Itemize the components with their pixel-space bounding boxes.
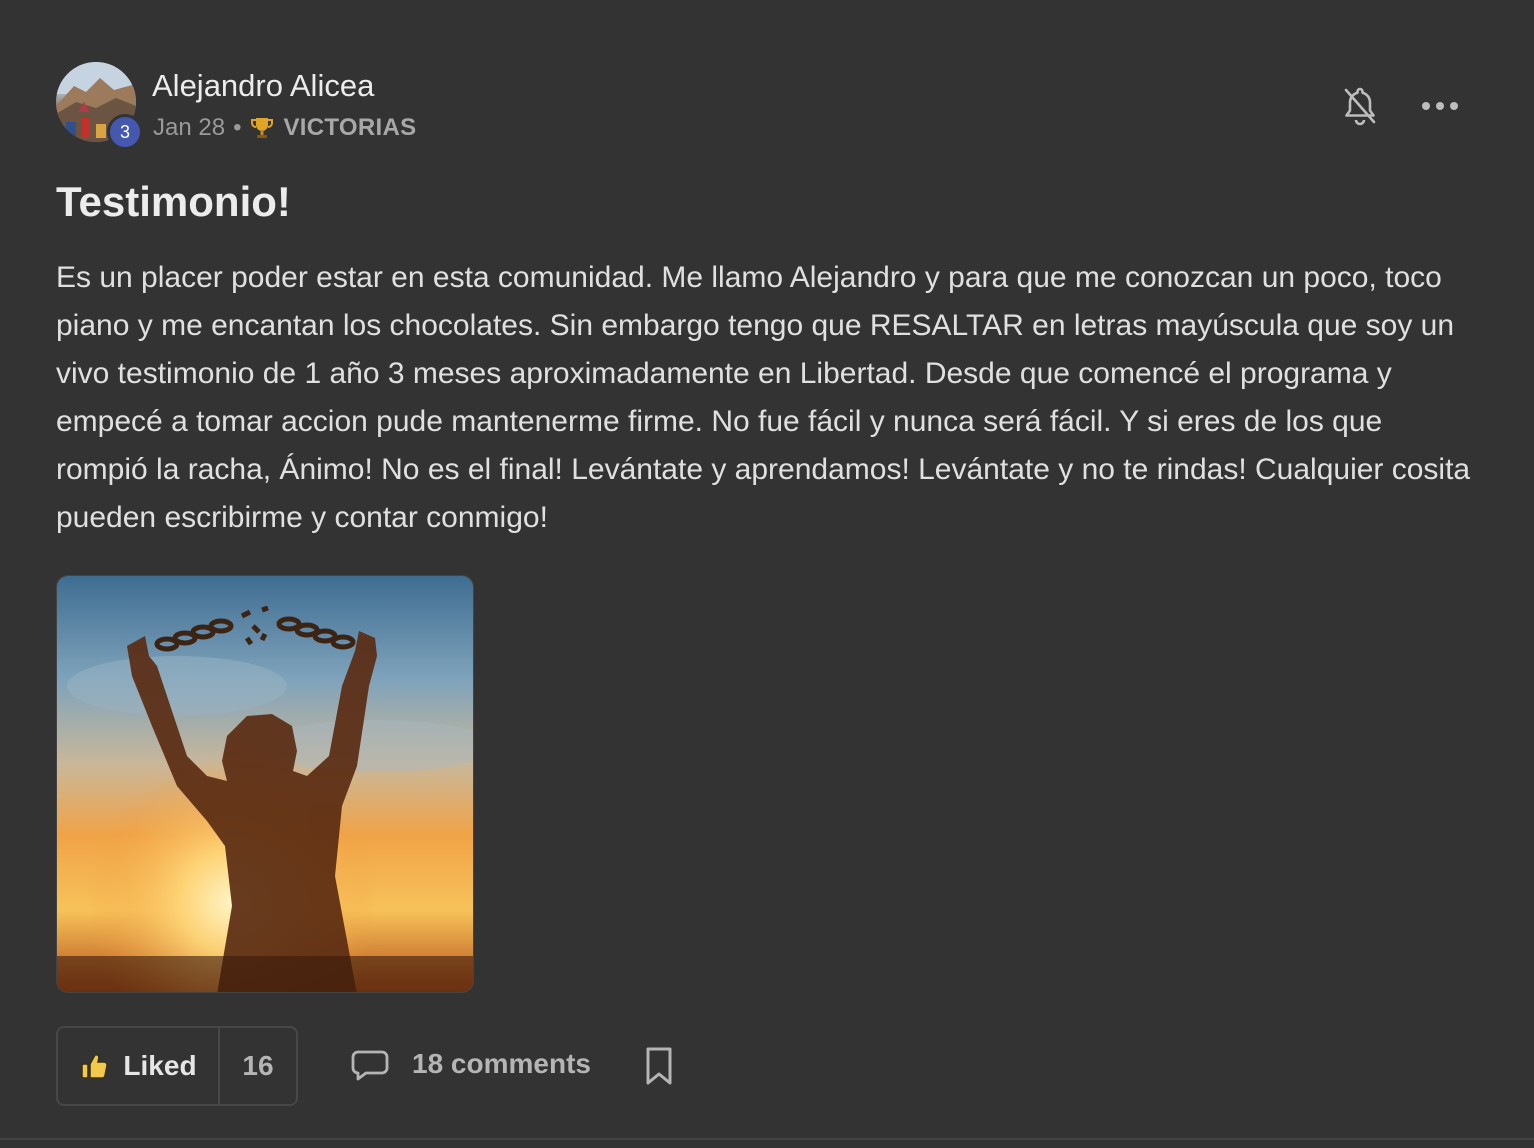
level-badge: 3 (107, 114, 143, 150)
post-image[interactable] (56, 575, 474, 993)
bottom-divider (0, 1138, 1534, 1140)
like-label: Liked (123, 1050, 197, 1081)
meta-separator: • (233, 114, 242, 141)
post-body: Es un placer poder estar en esta comunid… (56, 261, 1471, 534)
thumbs-up-icon (81, 1054, 109, 1079)
category-label[interactable]: VICTORIAS (283, 114, 416, 142)
like-button[interactable]: Liked (58, 1028, 220, 1104)
post-date[interactable]: Jan 28 (153, 114, 225, 142)
post-title: Testimonio! (56, 178, 291, 225)
comments-label: 18 comments (412, 1048, 591, 1079)
like-count[interactable]: 16 (220, 1028, 296, 1104)
bookmark-icon[interactable] (642, 1046, 676, 1086)
author-avatar[interactable]: 3 (56, 62, 143, 150)
post-meta: Jan 28 • VICTORIAS (153, 114, 416, 142)
comment-icon (351, 1050, 389, 1081)
like-control: Liked 16 (56, 1026, 298, 1106)
comments-button[interactable]: 18 comments (350, 1044, 591, 1084)
more-horizontal-icon[interactable] (1420, 94, 1460, 118)
post-card: 3 Alejandro Alicea Jan 28 • VICTORIAS Te… (0, 0, 1534, 1148)
bell-off-icon[interactable] (1340, 84, 1380, 128)
author-name[interactable]: Alejandro Alicea (152, 68, 374, 104)
trophy-icon (251, 118, 274, 138)
